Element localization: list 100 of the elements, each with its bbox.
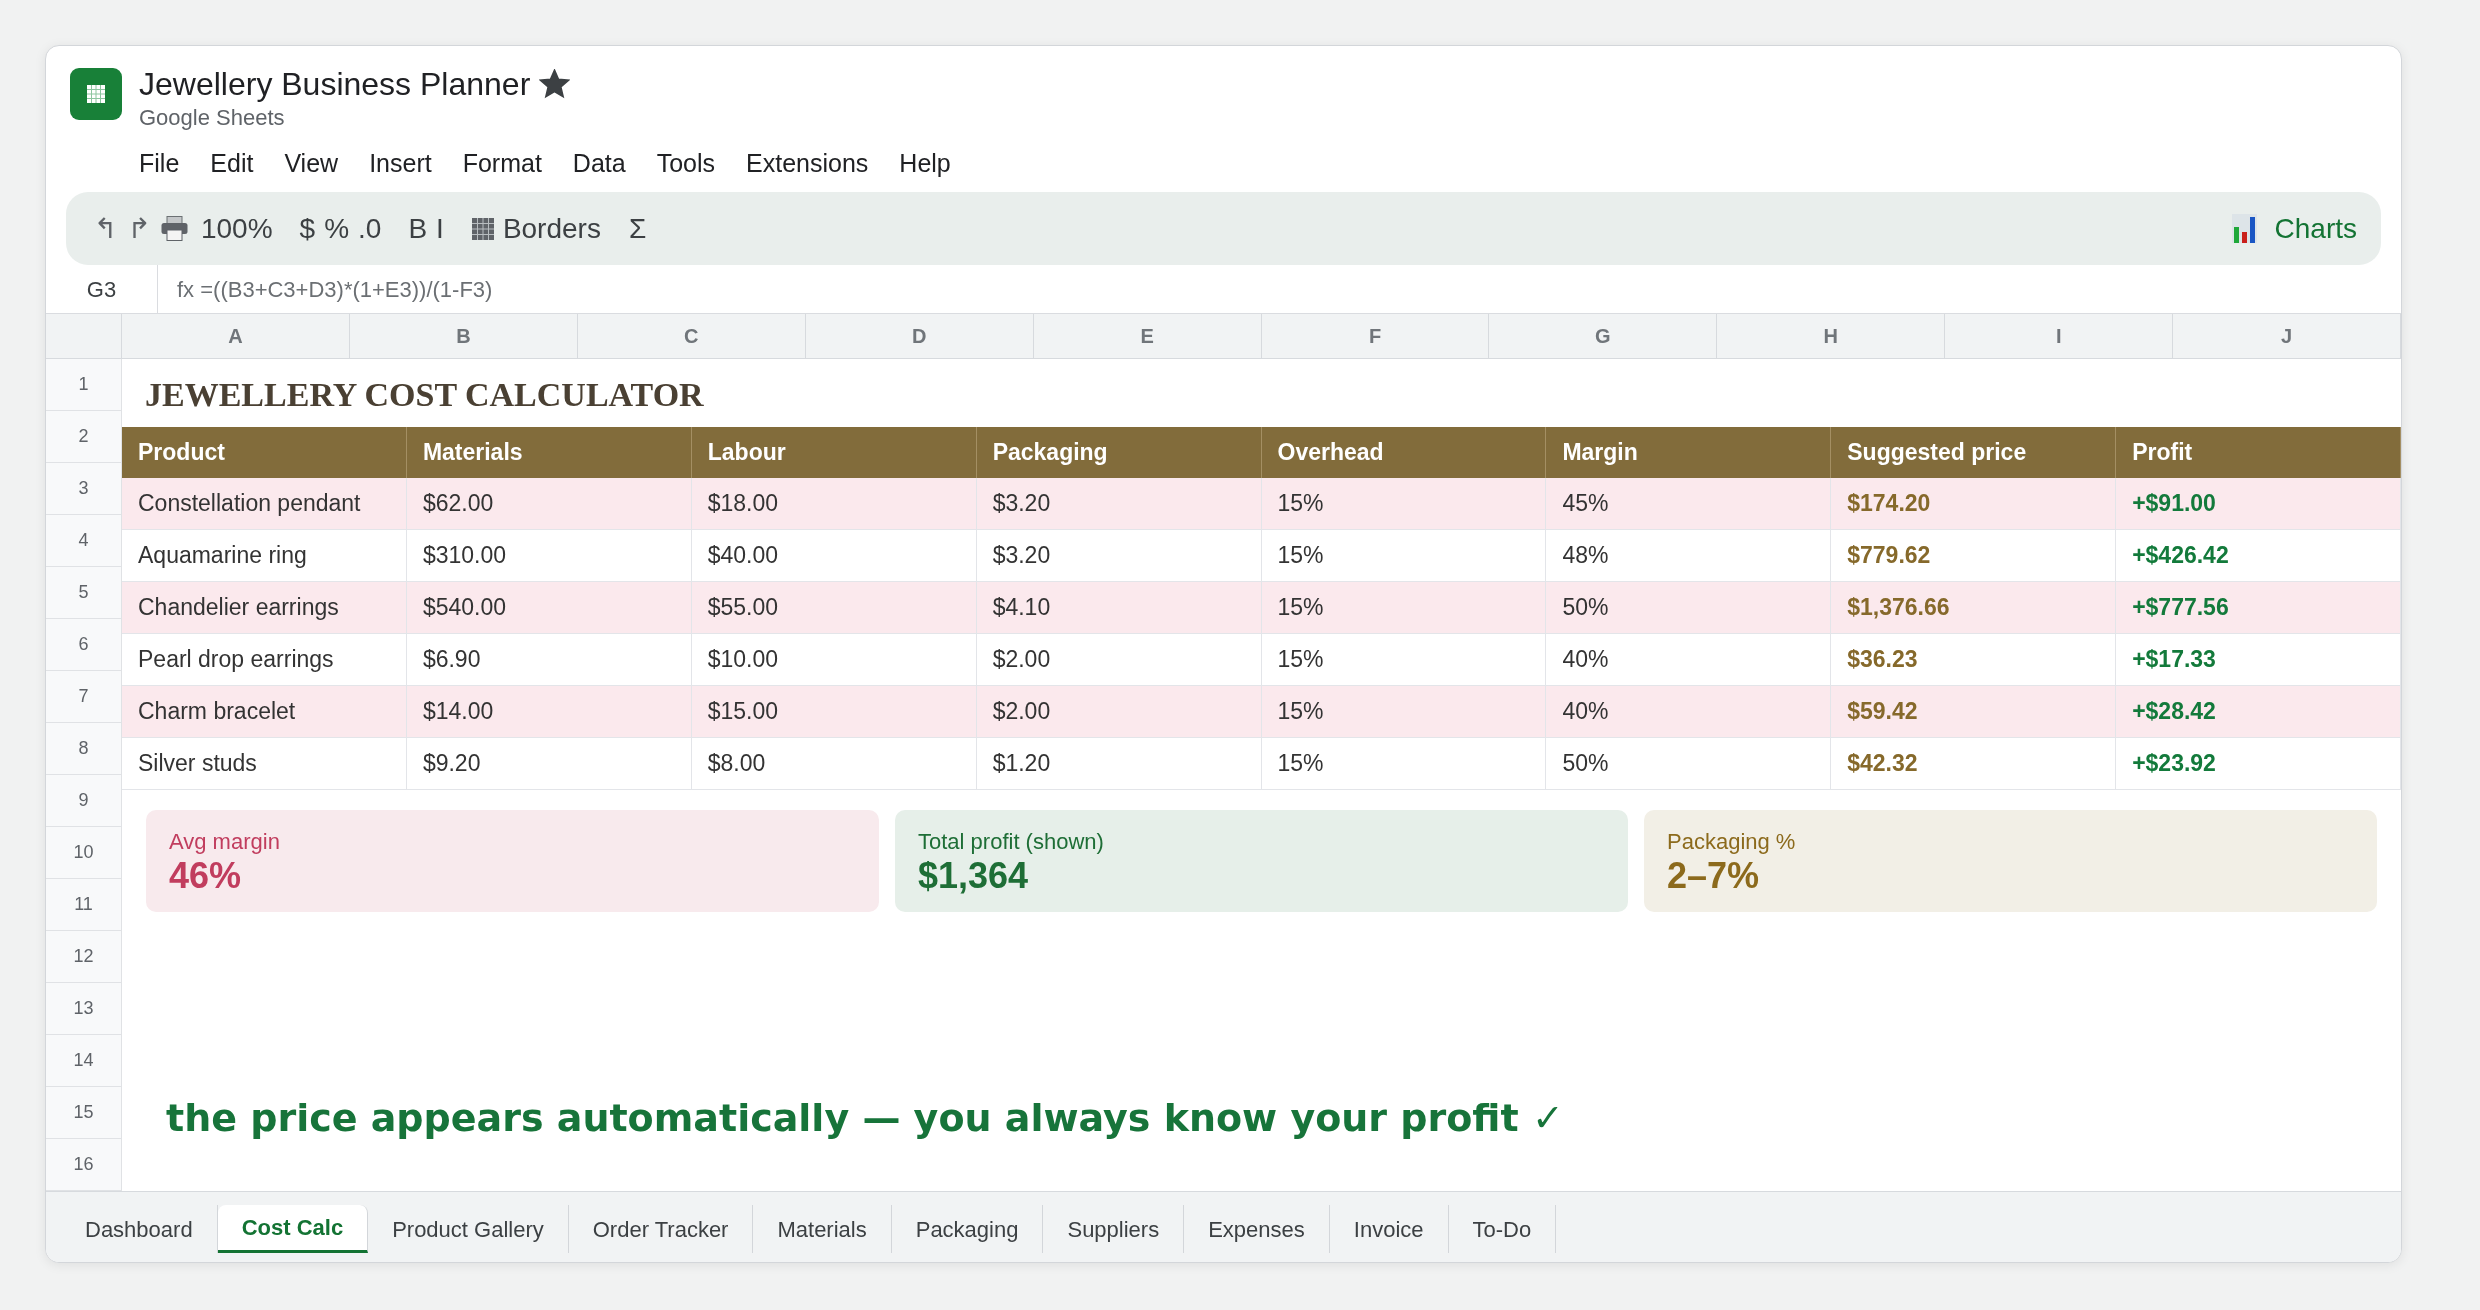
sheet-tab[interactable]: Product Gallery xyxy=(368,1205,569,1253)
table-cell: $15.00 xyxy=(691,686,977,738)
row-number: 9 xyxy=(46,775,122,827)
menu-item[interactable]: Insert xyxy=(369,148,432,178)
percent-button[interactable]: % xyxy=(324,210,350,247)
menu-item[interactable]: Edit xyxy=(210,148,254,178)
table-cell: $4.10 xyxy=(976,582,1262,634)
printer-icon xyxy=(160,216,188,241)
sheet-tab[interactable]: Dashboard xyxy=(61,1205,218,1253)
menu-item[interactable]: Format xyxy=(462,148,542,178)
document-title: Jewellery Business Planner xyxy=(139,65,531,104)
table-header-cell: Materials xyxy=(406,427,692,478)
table-cell: +$23.92 xyxy=(2116,738,2401,790)
table-cell: +$91.00 xyxy=(2116,478,2401,530)
sheet-tab[interactable]: Order Tracker xyxy=(568,1205,754,1253)
functions-button[interactable]: Σ xyxy=(628,210,647,247)
sheet-tab[interactable]: Cost Calc xyxy=(217,1205,369,1253)
table-cell: 48% xyxy=(1546,530,1832,582)
table-cell: 45% xyxy=(1546,478,1832,530)
table-header-cell: Margin xyxy=(1546,427,1832,478)
sheet-title: JEWELLERY COST CALCULATOR xyxy=(145,375,704,415)
menu-item[interactable]: File xyxy=(139,148,180,178)
grid-icon xyxy=(471,217,494,240)
sheet-tab[interactable]: Expenses xyxy=(1184,1205,1330,1253)
row-number: 4 xyxy=(46,515,122,567)
table-header-cell: Overhead xyxy=(1261,427,1547,478)
table-header-cell: Packaging xyxy=(976,427,1262,478)
table-cell: $55.00 xyxy=(691,582,977,634)
menu-item[interactable]: Data xyxy=(572,148,626,178)
table-cell: 40% xyxy=(1546,634,1832,686)
table-cell: $62.00 xyxy=(406,478,692,530)
row-number: 2 xyxy=(46,411,122,463)
table-cell: 15% xyxy=(1261,530,1547,582)
sheet-tab[interactable]: Invoice xyxy=(1329,1205,1449,1253)
zoom-button[interactable]: 100% xyxy=(200,210,273,247)
table-cell: $174.20 xyxy=(1831,478,2117,530)
menu-item[interactable]: View xyxy=(284,148,339,178)
star-icon[interactable] xyxy=(539,69,571,99)
table-cell: +$426.42 xyxy=(2116,530,2401,582)
italic-button[interactable]: I xyxy=(436,210,444,247)
menu-item[interactable]: Extensions xyxy=(746,148,869,178)
row-number: 5 xyxy=(46,567,122,619)
formula-field[interactable]: fx =((B3+C3+D3)*(1+E3))/(1-F3) xyxy=(158,265,2401,313)
bold-button[interactable]: B xyxy=(408,210,428,247)
menu-item[interactable]: Tools xyxy=(656,148,716,178)
row-number: 7 xyxy=(46,671,122,723)
column-header: G xyxy=(1489,314,1718,359)
print-button[interactable] xyxy=(160,216,188,241)
table-cell: $10.00 xyxy=(691,634,977,686)
column-header: F xyxy=(1261,314,1490,359)
table-cell: 15% xyxy=(1261,738,1547,790)
card-label: Packaging % xyxy=(1667,828,1797,855)
table-cell: 15% xyxy=(1261,478,1547,530)
decimal-button[interactable]: .0 xyxy=(358,210,382,247)
table-cell: $1.20 xyxy=(976,738,1262,790)
currency-button[interactable]: $ xyxy=(299,210,316,247)
menu-item[interactable]: Help xyxy=(899,148,951,178)
table-cell: +$17.33 xyxy=(2116,634,2401,686)
column-header: A xyxy=(122,314,350,359)
name-box[interactable]: G3 xyxy=(46,265,158,313)
row-number: 15 xyxy=(46,1087,122,1139)
table-header-cell: Suggested price xyxy=(1831,427,2117,478)
table-cell: $59.42 xyxy=(1831,686,2117,738)
borders-button[interactable]: Borders xyxy=(471,210,601,247)
row-number: 16 xyxy=(46,1139,122,1191)
table-cell: $42.32 xyxy=(1831,738,2117,790)
row-number: 8 xyxy=(46,723,122,775)
column-header: J xyxy=(2173,314,2401,359)
table-cell: Charm bracelet xyxy=(122,686,407,738)
redo-button[interactable]: ↱ xyxy=(127,210,151,247)
undo-button[interactable]: ↰ xyxy=(94,210,118,247)
table-cell: $2.00 xyxy=(976,686,1262,738)
column-header: H xyxy=(1717,314,1946,359)
sheet-tab[interactable]: Packaging xyxy=(891,1205,1044,1253)
table-cell: Silver studs xyxy=(122,738,407,790)
table-cell: $40.00 xyxy=(691,530,977,582)
charts-button[interactable]: Charts xyxy=(2231,210,2357,247)
table-cell: 50% xyxy=(1546,738,1832,790)
table-cell: +$28.42 xyxy=(2116,686,2401,738)
table-cell: +$777.56 xyxy=(2116,582,2401,634)
sheet-tab[interactable]: To-Do xyxy=(1448,1205,1557,1253)
column-header: D xyxy=(805,314,1034,359)
row-number: 12 xyxy=(46,931,122,983)
sheet-tab[interactable]: Materials xyxy=(753,1205,892,1253)
row-number: 10 xyxy=(46,827,122,879)
table-cell: 50% xyxy=(1546,582,1832,634)
table-header-cell: Product xyxy=(122,427,407,478)
sheet-tab[interactable]: Suppliers xyxy=(1043,1205,1185,1253)
app-name: Google Sheets xyxy=(139,104,286,131)
table-cell: $540.00 xyxy=(406,582,692,634)
table-header-cell: Labour xyxy=(691,427,977,478)
column-header: B xyxy=(349,314,578,359)
table-cell: $3.20 xyxy=(976,478,1262,530)
table-cell: 15% xyxy=(1261,634,1547,686)
table-cell: Aquamarine ring xyxy=(122,530,407,582)
column-header: C xyxy=(577,314,806,359)
table-cell: $3.20 xyxy=(976,530,1262,582)
table-cell: $2.00 xyxy=(976,634,1262,686)
table-cell: $310.00 xyxy=(406,530,692,582)
table-cell: $14.00 xyxy=(406,686,692,738)
